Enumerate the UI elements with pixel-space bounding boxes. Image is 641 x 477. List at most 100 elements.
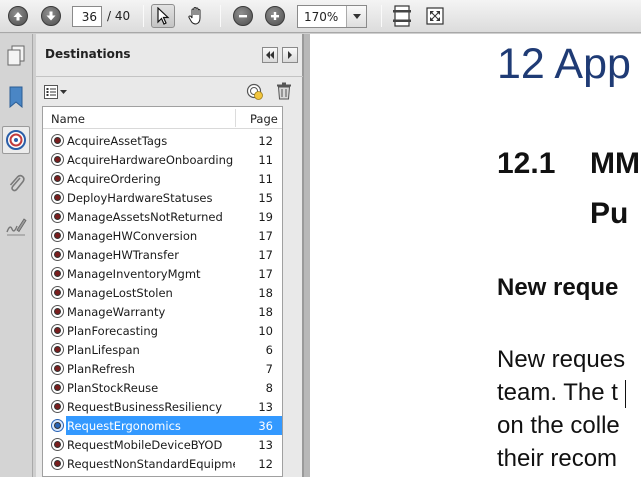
zoom-dropdown-button[interactable] [346,6,366,27]
scan-document-button[interactable] [246,83,264,104]
destination-icon [51,457,64,470]
previous-page-button[interactable] [6,4,30,28]
destination-icon [51,248,64,261]
double-chevron-left-icon [266,51,274,59]
destination-name: RequestErgonomics [67,419,181,433]
doc-paragraph-line: on the colle [497,412,620,439]
destination-row[interactable]: RequestMobileDeviceBYOD 13 [43,435,282,454]
destination-row[interactable]: PlanRefresh 7 [43,359,282,378]
column-header-page[interactable]: Page [250,112,278,126]
doc-heading-2-line-1: MM [590,147,640,180]
destination-page: 18 [258,305,273,319]
signatures-panel-button[interactable] [2,212,30,240]
page-total-label: / 40 [107,9,131,23]
destination-page: 11 [258,172,273,186]
destination-row[interactable]: AcquireHardwareOnboarding 11 [43,150,282,169]
zoom-out-icon [233,6,253,26]
destination-row[interactable]: AcquireAssetTags 12 [43,131,282,150]
list-header: Name Page [43,107,282,129]
destination-name: ManageHWConversion [67,229,198,243]
destination-page: 11 [258,153,273,167]
column-header-name[interactable]: Name [51,112,85,126]
destination-icon [51,381,64,394]
destination-page: 8 [265,381,273,395]
destination-name: RequestBusinessResiliency [67,400,223,414]
fit-page-icon [393,5,411,27]
toolbar: / 40 170% [0,0,641,33]
bookmarks-icon [9,86,23,108]
destination-row[interactable]: PlanLifespan 6 [43,340,282,359]
next-page-button[interactable] [39,4,63,28]
collapse-panel-button[interactable] [262,47,278,63]
destination-row[interactable]: DeployHardwareStatuses 15 [43,188,282,207]
attachments-panel-button[interactable] [2,169,30,197]
doc-paragraph-line: New reques [497,346,626,373]
destination-name: PlanRefresh [67,362,135,376]
destination-name: DeployHardwareStatuses [67,191,213,205]
select-tool-button[interactable] [151,4,175,28]
chevron-right-icon [288,51,292,59]
chevron-down-icon [352,14,361,19]
destination-icon [51,153,64,166]
doc-paragraph: New reques team. The t on the colle thei… [497,343,625,475]
destination-row[interactable]: ManageLostStolen 18 [43,283,282,302]
destination-row[interactable]: RequestBusinessResiliency 13 [43,397,282,416]
zoom-select[interactable]: 170% [297,5,367,28]
zoom-out-button[interactable] [231,4,255,28]
fit-page-button[interactable] [390,4,414,28]
destination-name: ManageAssetsNotReturned [67,210,223,224]
bookmarks-panel-button[interactable] [2,83,30,111]
signatures-icon [6,218,27,236]
destination-row[interactable]: RequestNonStandardEquipme... 12 [43,454,282,473]
full-screen-button[interactable] [423,4,447,28]
pages-icon [7,45,25,66]
destination-page: 17 [258,229,273,243]
destination-name: RequestMobileDeviceBYOD [67,438,223,452]
destination-row[interactable]: PlanForecasting 10 [43,321,282,340]
destination-icon [51,229,64,242]
scan-document-icon [246,83,263,100]
zoom-value: 170% [304,10,339,24]
delete-destination-button[interactable] [276,82,292,103]
destination-row[interactable]: ManageHWConversion 17 [43,226,282,245]
destination-row[interactable]: AcquireOrdering 11 [43,169,282,188]
page-number-input[interactable] [72,6,102,27]
destination-row[interactable]: ManageInventoryMgmt 17 [43,264,282,283]
panel-title: Destinations [45,47,131,61]
zoom-in-icon [265,6,285,26]
destination-page: 12 [258,134,273,148]
options-menu-button[interactable] [44,83,72,101]
destination-row[interactable]: PlanStockReuse 8 [43,378,282,397]
destinations-panel-button[interactable] [2,126,30,154]
zoom-in-button[interactable] [263,4,287,28]
hand-tool-button[interactable] [184,4,208,28]
destination-row[interactable]: ManageHWTransfer 17 [43,245,282,264]
navigation-rail [0,34,33,477]
destination-icon [51,305,64,318]
destinations-rows: AcquireAssetTags 12 AcquireHardwareOnboard… [43,131,282,473]
destination-name: ManageWarranty [67,305,166,319]
destination-page: 13 [258,400,273,414]
doc-heading-2-line-2: Pu [590,197,629,230]
destination-name: AcquireAssetTags [67,134,168,148]
destination-icon [51,400,64,413]
pages-panel-button[interactable] [2,42,30,70]
destination-row[interactable]: RequestErgonomics 36 [43,416,282,435]
destination-icon [51,267,64,280]
panel-options-arrow-button[interactable] [282,47,298,63]
toolbar-separator [381,5,382,27]
doc-paragraph-line: their recom [497,445,618,472]
destination-row[interactable]: ManageAssetsNotReturned 19 [43,207,282,226]
destination-page: 36 [258,419,273,433]
panel-splitter[interactable] [303,34,310,477]
destinations-list[interactable]: Name Page AcquireAssetTags 12 AcquireHardw… [42,106,283,477]
destination-row[interactable]: ManageWarranty 18 [43,302,282,321]
document-view[interactable]: 12 App 12.1 MM Pu New reque New reques t… [310,34,641,477]
column-divider[interactable] [235,109,236,127]
doc-heading-3: New reque [497,274,619,301]
destination-page: 18 [258,286,273,300]
previous-page-icon [8,6,28,26]
destination-name: RequestNonStandardEquipme... [67,457,235,471]
destination-page: 17 [258,267,273,281]
destination-icon [51,134,64,147]
